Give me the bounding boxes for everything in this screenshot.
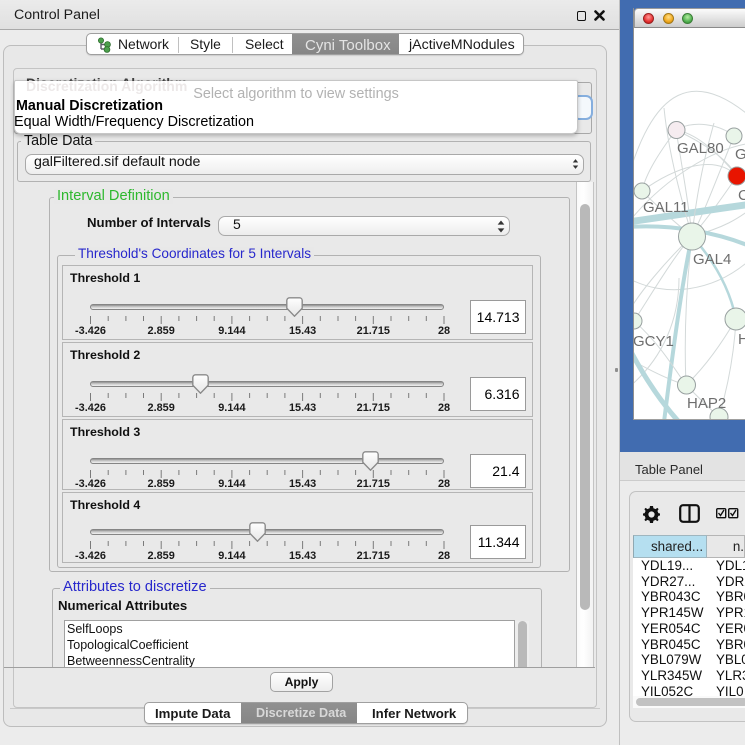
svg-text:GAL11: GAL11 [643, 199, 689, 216]
svg-text:G.: G. [735, 146, 745, 163]
svg-text:GAL80: GAL80 [677, 140, 724, 157]
svg-text:GAL4: GAL4 [693, 251, 731, 268]
svg-text:C.: C. [738, 187, 745, 204]
svg-text:H: H [738, 331, 745, 348]
svg-text:GCY1: GCY1 [634, 333, 674, 350]
svg-text:HAP2: HAP2 [687, 395, 726, 412]
